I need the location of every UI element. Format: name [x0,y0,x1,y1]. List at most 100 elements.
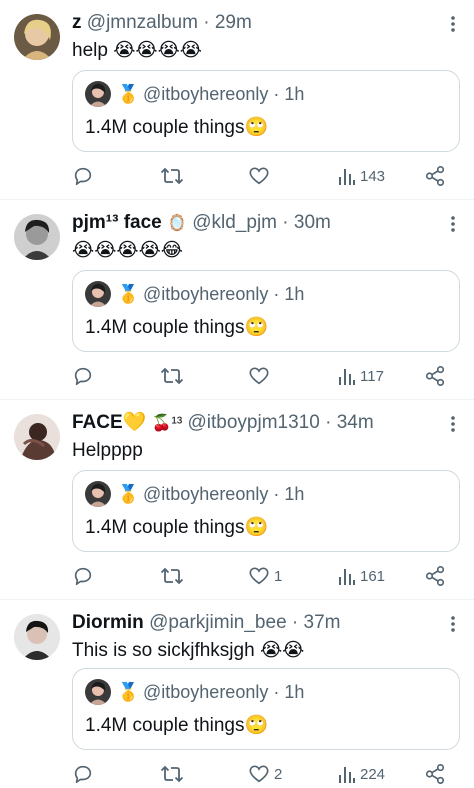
display-name[interactable]: Diormin [72,612,144,633]
retweet-button[interactable] [160,364,184,388]
like-button[interactable]: 2 [248,762,282,786]
user-handle[interactable]: @parkjimin_bee [149,612,287,633]
share-icon [425,166,445,186]
view-count: 143 [360,167,386,185]
quoted-text: 1.4M couple things🙄 [85,117,269,138]
separator: · [197,12,215,33]
view-count: 117 [360,367,384,385]
avatar[interactable] [14,614,60,660]
share-button[interactable] [424,164,446,188]
tweet[interactable]: z @jmnzalbum · 29m help 😭😭😭😭 🥇 @itboyher… [0,0,474,200]
heart-icon [249,567,269,585]
quoted-tweet[interactable]: 🥇 @itboyhereonly · 1h 1.4M couple things… [72,668,460,750]
heart-icon [249,765,269,783]
medal-badge: 🥇 [117,682,140,702]
quoted-handle-line: @itboyhereonly · 1h [143,81,304,107]
tweet[interactable]: Diormin @parkjimin_bee · 37m This is so … [0,600,474,788]
quoted-text: 1.4M couple things🙄 [85,715,269,736]
tweet-text: This is so sickjfhksjgh 😭😭 [72,640,305,661]
more-vertical-icon[interactable] [444,614,462,634]
name-badge: 🪞 [167,215,187,232]
quoted-handle-line: @itboyhereonly · 1h [143,679,304,705]
avatar[interactable] [14,414,60,460]
retweet-button[interactable] [160,564,184,588]
quoted-handle-line: @itboyhereonly · 1h [143,281,304,307]
quoted-text: 1.4M couple things🙄 [85,517,269,538]
quoted-tweet[interactable]: 🥇 @itboyhereonly · 1h 1.4M couple things… [72,470,460,552]
separator: · [268,284,285,304]
share-button[interactable] [424,762,446,786]
tweet[interactable]: pjm¹³ face 🪞 @kld_pjm · 30m 😭😭😭😭😂 🥇 @itb… [0,200,474,400]
like-button[interactable] [248,164,274,188]
user-handle[interactable]: @kld_pjm [192,212,277,233]
quoted-timestamp: 1h [284,682,305,702]
separator: · [319,412,337,433]
like-count: 1 [274,567,283,585]
like-button[interactable]: 1 [248,564,282,588]
reply-button[interactable] [72,364,94,388]
timestamp[interactable]: 29m [215,12,252,33]
reply-icon [74,567,92,586]
retweet-button[interactable] [160,762,184,786]
share-icon [425,566,445,586]
reply-icon [74,167,92,186]
heart-icon [249,367,269,385]
quoted-tweet[interactable]: 🥇 @itboyhereonly · 1h 1.4M couple things… [72,270,460,352]
separator: · [277,212,294,233]
more-vertical-icon[interactable] [444,14,462,34]
views-icon [339,569,355,585]
user-handle[interactable]: @itboypjm1310 [187,412,319,433]
views-icon [339,767,355,783]
quoted-handle: @itboyhereonly [143,682,269,702]
reply-button[interactable] [72,564,94,588]
name-badge: 🍒¹³ [151,415,183,432]
retweet-button[interactable] [160,164,184,188]
display-name[interactable]: z [72,12,82,33]
retweet-icon [160,367,184,385]
share-icon [425,366,445,386]
views-button[interactable]: 224 [338,762,385,786]
tweet-header: Diormin @parkjimin_bee · 37m [72,610,438,637]
timestamp[interactable]: 37m [304,612,341,633]
quoted-avatar [85,281,111,307]
medal-badge: 🥇 [117,284,140,304]
tweet[interactable]: FACE💛 🍒¹³ @itboypjm1310 · 34m Helpppp 🥇 … [0,400,474,600]
quoted-handle-line: @itboyhereonly · 1h [143,481,304,507]
avatar[interactable] [14,214,60,260]
reply-button[interactable] [72,164,94,188]
quoted-avatar [85,679,111,705]
avatar[interactable] [14,14,60,60]
quoted-tweet[interactable]: 🥇 @itboyhereonly · 1h 1.4M couple things… [72,70,460,152]
like-count: 2 [274,765,283,783]
more-vertical-icon[interactable] [444,414,462,434]
view-count: 224 [360,765,386,783]
like-button[interactable] [248,364,274,388]
quoted-timestamp: 1h [284,284,305,304]
share-button[interactable] [424,564,446,588]
timestamp[interactable]: 34m [337,412,374,433]
retweet-icon [160,567,184,585]
separator: · [268,682,285,702]
display-name[interactable]: FACE💛 [72,412,146,433]
views-button[interactable]: 117 [338,364,384,388]
timestamp[interactable]: 30m [294,212,331,233]
separator: · [268,84,285,104]
tweet-feed: z @jmnzalbum · 29m help 😭😭😭😭 🥇 @itboyher… [0,0,474,788]
reply-icon [74,367,92,386]
tweet-text: help 😭😭😭😭 [72,40,203,61]
tweet-text: Helpppp [72,440,143,461]
medal-badge: 🥇 [117,484,140,504]
action-bar: 2 224 [72,762,462,786]
reply-button[interactable] [72,762,94,786]
views-button[interactable]: 161 [338,564,385,588]
user-handle[interactable]: @jmnzalbum [87,12,198,33]
tweet-header: z @jmnzalbum · 29m [72,10,438,37]
tweet-header: FACE💛 🍒¹³ @itboypjm1310 · 34m [72,410,438,437]
more-vertical-icon[interactable] [444,214,462,234]
display-name[interactable]: pjm¹³ face [72,212,162,233]
views-button[interactable]: 143 [338,164,385,188]
tweet-header: pjm¹³ face 🪞 @kld_pjm · 30m [72,210,438,237]
views-icon [339,169,355,185]
share-button[interactable] [424,364,446,388]
quoted-handle: @itboyhereonly [143,84,269,104]
